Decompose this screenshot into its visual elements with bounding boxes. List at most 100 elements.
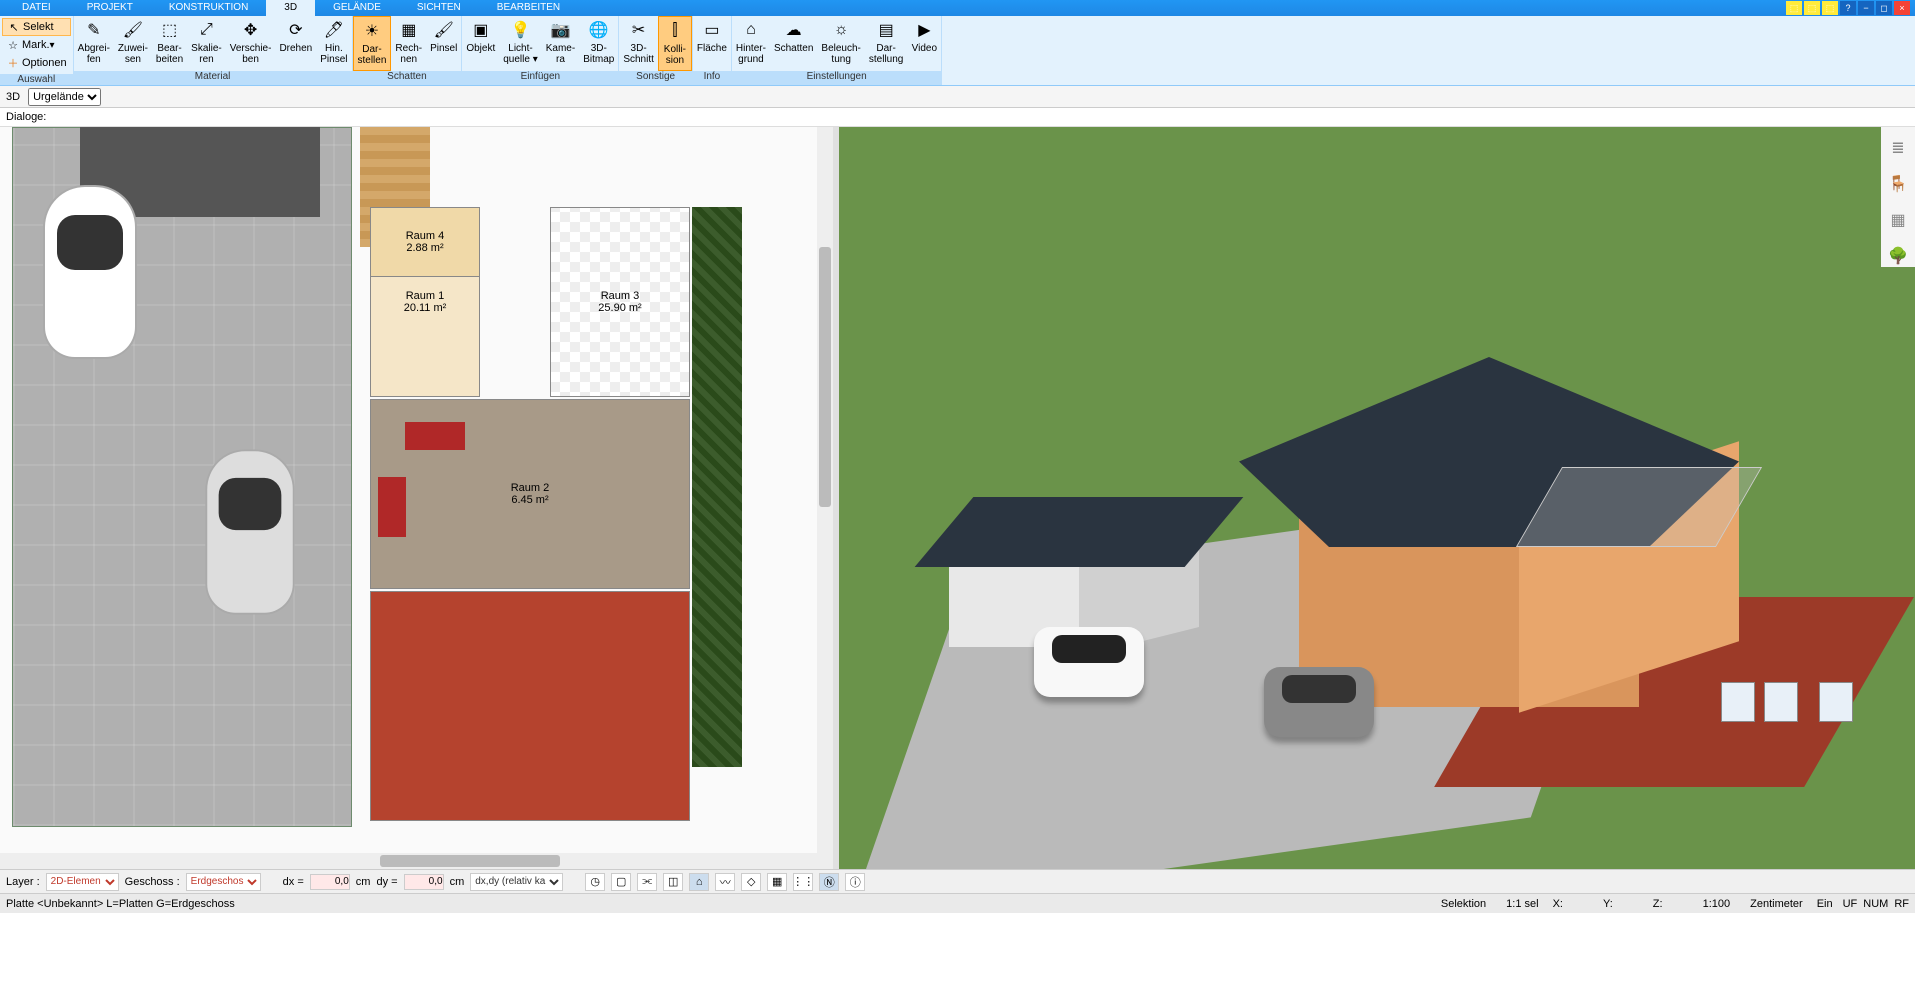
beleuchtung-button[interactable]: ☼Beleuch-tung	[817, 16, 864, 71]
window-3d	[1721, 682, 1755, 722]
scrollbar-vertical[interactable]	[817, 127, 833, 869]
zuweisen-icon: 🖌	[121, 18, 145, 42]
optionen-button[interactable]: ＋Optionen	[2, 54, 71, 72]
3dschnitt-button[interactable]: ✂3D-Schnitt	[619, 16, 658, 71]
schatten2-button[interactable]: ☁Schatten	[770, 16, 817, 71]
maximize-icon[interactable]: ◻	[1876, 1, 1892, 15]
rechnen-button[interactable]: ▦Rech-nen	[391, 16, 426, 71]
pinsel2-button[interactable]: 🖌Pinsel	[426, 16, 461, 71]
zuweisen-button[interactable]: 🖌Zuwei-sen	[114, 16, 152, 71]
winbtn-3[interactable]: ⬚	[1822, 1, 1838, 15]
darstellen-button[interactable]: ☀Dar-stellen	[353, 16, 392, 71]
minimize-icon[interactable]: −	[1858, 1, 1874, 15]
terrace-2d[interactable]	[370, 591, 690, 821]
help-icon[interactable]: ?	[1840, 1, 1856, 15]
dx-input[interactable]	[310, 874, 350, 890]
materials-icon[interactable]: ▦	[1887, 209, 1909, 231]
subribbon: 3D Urgelände	[0, 86, 1915, 108]
cube-icon[interactable]: ◫	[663, 873, 683, 891]
pinsel-button[interactable]: 🖊Hin.Pinsel	[316, 16, 351, 71]
menu-sichten[interactable]: SICHTEN	[399, 0, 479, 16]
clock-icon[interactable]: ◷	[585, 873, 605, 891]
winbtn-2[interactable]: ⬚	[1804, 1, 1820, 15]
pane-3d[interactable]	[839, 127, 1915, 869]
winbtn-1[interactable]: ⬚	[1786, 1, 1802, 15]
dots-icon[interactable]: ⋮⋮	[793, 873, 813, 891]
skalieren-button[interactable]: ⤢Skalie-ren	[187, 16, 226, 71]
menu-3d[interactable]: 3D	[266, 0, 315, 16]
close-icon[interactable]: ×	[1894, 1, 1910, 15]
bearbeiten-button[interactable]: ⬚Bear-beiten	[152, 16, 187, 71]
selekt-button[interactable]: ↖Selekt	[2, 18, 71, 36]
objekt-button[interactable]: ▣Objekt	[462, 16, 499, 71]
flaeche-button[interactable]: ▭Fläche	[693, 16, 731, 71]
group-auswahl: ↖Selekt ☆Mark. ▾ ＋Optionen Auswahl	[0, 16, 74, 85]
layers-icon[interactable]: ≣	[1887, 137, 1909, 159]
screen-icon[interactable]: ▢	[611, 873, 631, 891]
menu-projekt[interactable]: PROJEKT	[69, 0, 151, 16]
pane-2d[interactable]: Raum 120.11 m² Raum 42.88 m² Raum 325.90…	[0, 127, 833, 869]
drehen-icon: ⟳	[284, 18, 308, 42]
scrollbar-horizontal[interactable]	[0, 853, 817, 869]
group-einfuegen: ▣Objekt💡Licht-quelle ▾📷Kame-ra🌐3D-Bitmap…	[462, 16, 619, 85]
north-icon[interactable]: Ⓝ	[819, 873, 839, 891]
layer-dropdown[interactable]: 2D-Elemen	[46, 873, 119, 891]
info-icon[interactable]: ⓘ	[845, 873, 865, 891]
status-sel: Selektion	[1441, 898, 1486, 910]
verschieben-button[interactable]: ✥Verschie-ben	[226, 16, 276, 71]
darstellung-button[interactable]: ▤Dar-stellung	[865, 16, 907, 71]
hint-dropdown[interactable]: dx,dy (relativ ka	[470, 873, 563, 891]
abgreifen-icon: ✎	[82, 18, 106, 42]
group-label-auswahl: Auswahl	[0, 74, 73, 85]
kollision-icon: ⫿	[663, 19, 687, 43]
sofa-1	[405, 422, 465, 450]
objekt-icon: ▣	[469, 18, 493, 42]
hintergrund-button[interactable]: ⌂Hinter-grund	[732, 16, 770, 71]
sofa-2	[378, 477, 406, 537]
abgreifen-button[interactable]: ✎Abgrei-fen	[74, 16, 114, 71]
dy-label: dy =	[376, 876, 397, 888]
menu-datei[interactable]: DATEI	[4, 0, 69, 16]
layer-select[interactable]: Urgelände	[28, 88, 101, 106]
menu-gelaende[interactable]: GELÄNDE	[315, 0, 399, 16]
schatten2-icon: ☁	[782, 18, 806, 42]
hedge	[692, 207, 742, 767]
video-button[interactable]: ▶Video	[907, 16, 941, 71]
window-3d	[1819, 682, 1853, 722]
3dbitmap-button[interactable]: 🌐3D-Bitmap	[579, 16, 618, 71]
link-icon[interactable]: ⫘	[637, 873, 657, 891]
menu-konstruktion[interactable]: KONSTRUKTION	[151, 0, 266, 16]
mark-button[interactable]: ☆Mark. ▾	[2, 36, 71, 54]
menubar: DATEI PROJEKT KONSTRUKTION 3D GELÄNDE SI…	[0, 0, 1915, 16]
group-label-info: Info	[693, 71, 731, 85]
drehen-button[interactable]: ⟳Drehen	[275, 16, 316, 71]
dy-input[interactable]	[404, 874, 444, 890]
grid-icon[interactable]: ▦	[767, 873, 787, 891]
group-label-einstellungen: Einstellungen	[732, 71, 941, 85]
menu-bearbeiten[interactable]: BEARBEITEN	[479, 0, 578, 16]
car-2d-white	[45, 187, 135, 357]
roof-icon[interactable]: ⌂	[689, 873, 709, 891]
room-3[interactable]: Raum 325.90 m²	[550, 207, 690, 397]
group-label-schatten: Schatten	[353, 71, 462, 85]
mode-label: 3D	[6, 91, 20, 103]
licht-button[interactable]: 💡Licht-quelle ▾	[499, 16, 542, 71]
furniture-icon[interactable]: 🪑	[1887, 173, 1909, 195]
unit-cm: cm	[356, 876, 371, 888]
licht-icon: 💡	[509, 18, 533, 42]
diamond-icon[interactable]: ◇	[741, 873, 761, 891]
ribbon: ↖Selekt ☆Mark. ▾ ＋Optionen Auswahl ✎Abgr…	[0, 16, 1915, 86]
window-3d	[1764, 682, 1798, 722]
group-sonstige: ✂3D-Schnitt⫿Kolli-sion Sonstige	[619, 16, 693, 85]
geschoss-dropdown[interactable]: Erdgeschos	[186, 873, 261, 891]
video-icon: ▶	[912, 18, 936, 42]
kamera-button[interactable]: 📷Kame-ra	[542, 16, 579, 71]
kollision-button[interactable]: ⫿Kolli-sion	[658, 16, 692, 71]
group-label-einfuegen: Einfügen	[462, 71, 618, 85]
curve-icon[interactable]: 〰	[715, 873, 735, 891]
status-num: NUM	[1863, 898, 1888, 910]
dx-label: dx =	[283, 876, 304, 888]
room-4[interactable]: Raum 42.88 m²	[370, 207, 480, 277]
plants-icon[interactable]: 🌳	[1887, 245, 1909, 267]
unit-cm2: cm	[450, 876, 465, 888]
